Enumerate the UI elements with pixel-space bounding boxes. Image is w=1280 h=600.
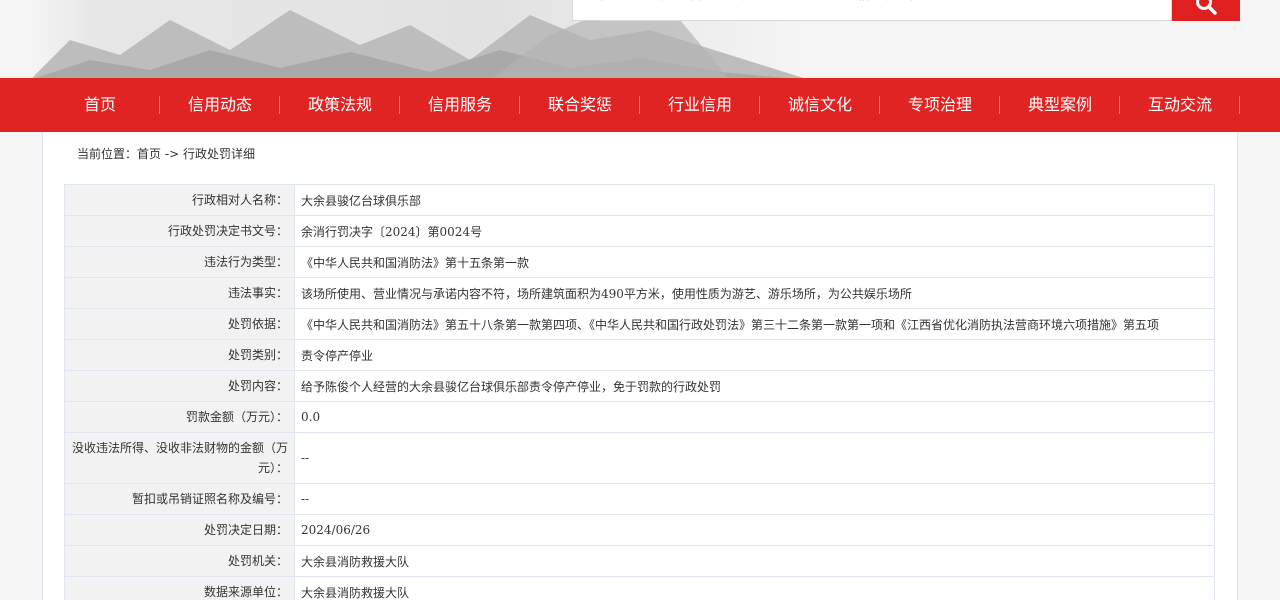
row-value: 给予陈俊个人经营的大余县骏亿台球俱乐部责令停产停业，免于罚款的行政处罚	[294, 370, 1215, 402]
row-value: 该场所使用、营业情况与承诺内容不符，场所建筑面积为490平方米，使用性质为游艺、…	[294, 277, 1215, 309]
row-value: 大余县消防救援大队	[294, 545, 1215, 577]
row-label: 行政处罚决定书文号：	[64, 215, 295, 247]
row-label: 处罚机关：	[64, 545, 295, 577]
table-row: 暂扣或吊销证照名称及编号： --	[64, 483, 1215, 515]
nav-item-credit-news[interactable]: 信用动态	[160, 78, 280, 132]
nav-item-rewards-penalties[interactable]: 联合奖惩	[520, 78, 640, 132]
row-label: 罚款金额（万元）：	[64, 401, 295, 433]
table-row: 违法行为类型： 《中华人民共和国消防法》第十五条第一款	[64, 246, 1215, 278]
row-label: 暂扣或吊销证照名称及编号：	[64, 483, 295, 515]
row-label: 违法事实：	[64, 277, 295, 309]
row-label: 行政相对人名称：	[64, 184, 295, 216]
main-nav: 首页 信用动态 政策法规 信用服务 联合奖惩 行业信用 诚信文化 专项治理 典型…	[0, 78, 1280, 132]
nav-item-integrity-culture[interactable]: 诚信文化	[760, 78, 880, 132]
nav-item-interaction[interactable]: 互动交流	[1120, 78, 1240, 132]
table-row: 处罚依据： 《中华人民共和国消防法》第五十八条第一款第四项、《中华人民共和国行政…	[64, 308, 1215, 340]
nav-item-industry-credit[interactable]: 行业信用	[640, 78, 760, 132]
row-value: 0.0	[294, 401, 1215, 433]
row-value: 大余县消防救援大队	[294, 576, 1215, 600]
breadcrumb: 当前位置：首页 -> 行政处罚详细	[77, 145, 255, 162]
table-row: 数据来源单位： 大余县消防救援大队	[64, 576, 1215, 600]
table-row: 罚款金额（万元）： 0.0	[64, 401, 1215, 433]
nav-item-typical-cases[interactable]: 典型案例	[1000, 78, 1120, 132]
nav-item-credit-service[interactable]: 信用服务	[400, 78, 520, 132]
table-row: 行政处罚决定书文号： 余消行罚决字〔2024〕第0024号	[64, 215, 1215, 247]
breadcrumb-home-link[interactable]: 首页	[137, 147, 161, 161]
row-label: 违法行为类型：	[64, 246, 295, 278]
row-value: 《中华人民共和国消防法》第十五条第一款	[294, 246, 1215, 278]
penalty-detail-table: 行政相对人名称： 大余县骏亿台球俱乐部 行政处罚决定书文号： 余消行罚决字〔20…	[64, 184, 1215, 600]
row-value: 余消行罚决字〔2024〕第0024号	[294, 215, 1215, 247]
search-input-wrapper[interactable]	[572, 0, 1172, 21]
nav-item-home[interactable]: 首页	[40, 78, 160, 132]
main-content: 当前位置：首页 -> 行政处罚详细 行政相对人名称： 大余县骏亿台球俱乐部 行政…	[42, 132, 1238, 600]
search-icon	[1196, 0, 1217, 15]
row-label: 处罚决定日期：	[64, 514, 295, 546]
breadcrumb-prefix: 当前位置：	[77, 147, 138, 161]
table-row: 处罚内容： 给予陈俊个人经营的大余县骏亿台球俱乐部责令停产停业，免于罚款的行政处…	[64, 370, 1215, 402]
row-label: 没收违法所得、没收非法财物的金额（万元）：	[64, 432, 295, 484]
row-value: --	[294, 483, 1215, 515]
breadcrumb-current: 行政处罚详细	[183, 147, 256, 161]
search-input[interactable]	[585, 0, 1159, 3]
row-value: 责令停产停业	[294, 339, 1215, 371]
table-row: 没收违法所得、没收非法财物的金额（万元）： --	[64, 432, 1215, 484]
row-value: 2024/06/26	[294, 514, 1215, 546]
row-label: 数据来源单位：	[64, 576, 295, 600]
row-value: 大余县骏亿台球俱乐部	[294, 184, 1215, 216]
table-row: 行政相对人名称： 大余县骏亿台球俱乐部	[64, 184, 1215, 216]
nav-item-policy[interactable]: 政策法规	[280, 78, 400, 132]
header-banner	[0, 0, 1280, 78]
row-label: 处罚依据：	[64, 308, 295, 340]
table-row: 违法事实： 该场所使用、营业情况与承诺内容不符，场所建筑面积为490平方米，使用…	[64, 277, 1215, 309]
table-row: 处罚机关： 大余县消防救援大队	[64, 545, 1215, 577]
breadcrumb-separator: ->	[161, 147, 184, 161]
nav-item-special-governance[interactable]: 专项治理	[880, 78, 1000, 132]
row-label: 处罚内容：	[64, 370, 295, 402]
row-value: --	[294, 432, 1215, 484]
table-row: 处罚类别： 责令停产停业	[64, 339, 1215, 371]
table-row: 处罚决定日期： 2024/06/26	[64, 514, 1215, 546]
search-button[interactable]	[1172, 0, 1240, 21]
row-value: 《中华人民共和国消防法》第五十八条第一款第四项、《中华人民共和国行政处罚法》第三…	[294, 308, 1215, 340]
row-label: 处罚类别：	[64, 339, 295, 371]
